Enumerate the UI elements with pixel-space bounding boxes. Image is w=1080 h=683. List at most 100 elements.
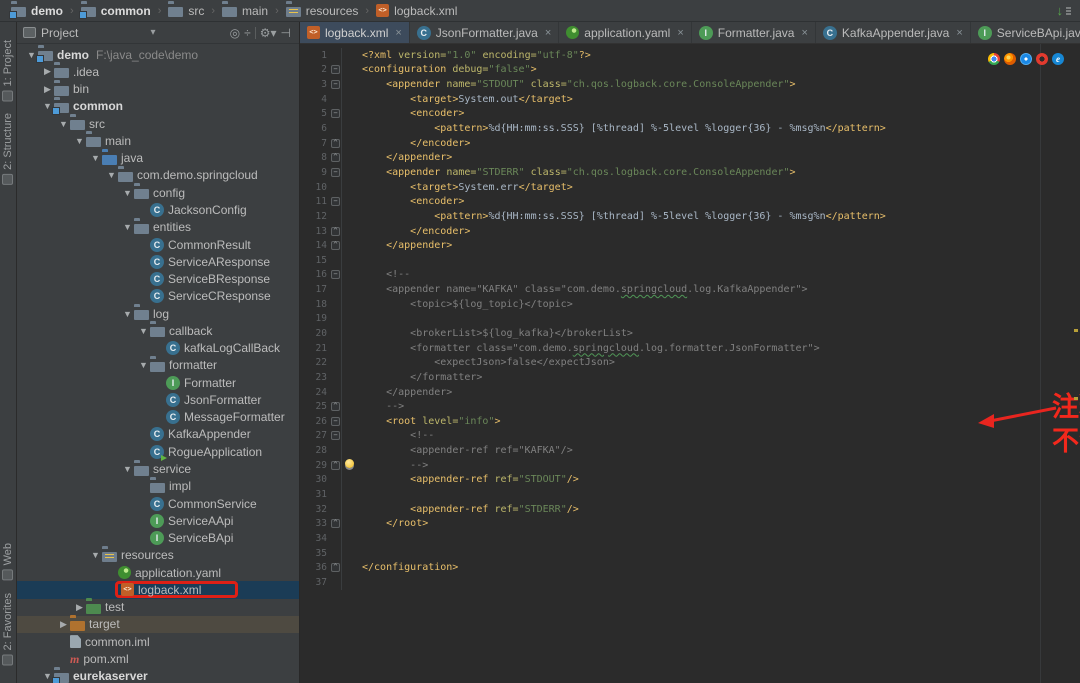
tree-item-ServiceAResponse[interactable]: CServiceAResponse xyxy=(17,253,299,270)
hide-panel-icon[interactable]: ⊣ xyxy=(279,26,293,40)
opera-browser-icon[interactable] xyxy=(1036,53,1048,65)
tree-item-JsonFormatter[interactable]: CJsonFormatter xyxy=(17,391,299,408)
tree-item-application.yaml[interactable]: application.yaml xyxy=(17,564,299,581)
code-line[interactable]: 8^ </appender> xyxy=(300,150,1072,165)
close-tab-icon[interactable]: × xyxy=(677,27,683,39)
fold-start-icon[interactable]: − xyxy=(331,431,340,440)
code-line[interactable]: 6 <pattern>%d{HH:mm:ss.SSS} [%thread] %-… xyxy=(300,121,1072,136)
code-line[interactable]: 20 <brokerList>${log_kafka}</brokerList> xyxy=(300,326,1072,341)
line-number[interactable]: 32 xyxy=(300,504,330,515)
line-number[interactable]: 5 xyxy=(300,108,330,119)
editor-error-stripe[interactable] xyxy=(1072,44,1080,683)
tab-JsonFormatter.java[interactable]: CJsonFormatter.java× xyxy=(410,22,559,43)
fold-column[interactable]: ^ xyxy=(330,224,342,239)
fold-end-icon[interactable]: ^ xyxy=(331,461,340,470)
breadcrumb-item-common[interactable]: common xyxy=(78,4,154,18)
code-line[interactable]: 33^ </root> xyxy=(300,517,1072,532)
line-number[interactable]: 16 xyxy=(300,269,330,280)
line-number[interactable]: 6 xyxy=(300,123,330,134)
close-tab-icon[interactable]: × xyxy=(801,27,807,39)
tab-Formatter.java[interactable]: IFormatter.java× xyxy=(692,22,816,43)
chevron-expanded-icon[interactable]: ▼ xyxy=(121,464,134,474)
ie-browser-icon[interactable]: e xyxy=(1052,53,1064,65)
tree-item-JacksonConfig[interactable]: CJacksonConfig xyxy=(17,201,299,218)
fold-end-icon[interactable]: ^ xyxy=(331,563,340,572)
settings-gear-icon[interactable]: ⚙▾ xyxy=(258,26,279,40)
fold-column[interactable]: − xyxy=(330,77,342,92)
tree-item-com.demo.springcloud[interactable]: ▼com.demo.springcloud xyxy=(17,167,299,184)
locate-file-icon[interactable]: ◎ xyxy=(228,26,242,40)
fold-end-icon[interactable]: ^ xyxy=(331,153,340,162)
tree-item-target[interactable]: ▶target xyxy=(17,616,299,633)
tree-item-ServiceCResponse[interactable]: CServiceCResponse xyxy=(17,288,299,305)
tree-item-service[interactable]: ▼service xyxy=(17,460,299,477)
code-line[interactable]: 16− <!-- xyxy=(300,268,1072,283)
firefox-browser-icon[interactable] xyxy=(1004,53,1016,65)
tree-item-src[interactable]: ▼src xyxy=(17,115,299,132)
line-number[interactable]: 24 xyxy=(300,387,330,398)
line-number[interactable]: 17 xyxy=(300,284,330,295)
close-tab-icon[interactable]: × xyxy=(545,27,551,39)
code-line[interactable]: 1<?xml version="1.0" encoding="utf-8"?> xyxy=(300,48,1072,63)
line-number[interactable]: 36 xyxy=(300,562,330,573)
tree-item-CommonService[interactable]: CCommonService xyxy=(17,495,299,512)
tree-item-bin[interactable]: ▶bin xyxy=(17,81,299,98)
fold-start-icon[interactable]: − xyxy=(331,80,340,89)
line-number[interactable]: 10 xyxy=(300,182,330,193)
code-line[interactable]: 36^</configuration> xyxy=(300,560,1072,575)
line-number[interactable]: 14 xyxy=(300,240,330,251)
code-line[interactable]: 4 <target>System.out</target> xyxy=(300,92,1072,107)
tool-window-button-structure[interactable]: 2: Structure xyxy=(2,113,14,185)
lightbulb-icon[interactable] xyxy=(345,459,354,468)
line-number[interactable]: 15 xyxy=(300,255,330,266)
close-tab-icon[interactable]: × xyxy=(956,27,962,39)
tab-KafkaAppender.java[interactable]: CKafkaAppender.java× xyxy=(816,22,971,43)
chevron-expanded-icon[interactable]: ▼ xyxy=(57,119,70,129)
tree-item-KafkaAppender[interactable]: CKafkaAppender xyxy=(17,426,299,443)
code-line[interactable]: 7^ </encoder> xyxy=(300,136,1072,151)
code-line[interactable]: 15 xyxy=(300,253,1072,268)
fold-end-icon[interactable]: ^ xyxy=(331,519,340,528)
fold-column[interactable]: ^ xyxy=(330,238,342,253)
tree-item-MessageFormatter[interactable]: CMessageFormatter xyxy=(17,409,299,426)
tree-item-main[interactable]: ▼main xyxy=(17,132,299,149)
fold-start-icon[interactable]: − xyxy=(331,417,340,426)
line-number[interactable]: 8 xyxy=(300,152,330,163)
code-editor[interactable]: 1<?xml version="1.0" encoding="utf-8"?>2… xyxy=(300,44,1080,683)
fold-column[interactable]: ^ xyxy=(330,458,342,473)
line-number[interactable]: 22 xyxy=(300,357,330,368)
code-line[interactable]: 3− <appender name="STDOUT" class="ch.qos… xyxy=(300,77,1072,92)
tree-item-ServiceBResponse[interactable]: CServiceBResponse xyxy=(17,270,299,287)
code-line[interactable]: 27− <!-- xyxy=(300,429,1072,444)
chevron-expanded-icon[interactable]: ▼ xyxy=(89,550,102,560)
fold-column[interactable]: − xyxy=(330,429,342,444)
chevron-expanded-icon[interactable]: ▼ xyxy=(121,222,134,232)
chevron-expanded-icon[interactable]: ▼ xyxy=(137,360,150,370)
tree-item-formatter[interactable]: ▼formatter xyxy=(17,357,299,374)
fold-column[interactable]: − xyxy=(330,268,342,283)
line-number[interactable]: 28 xyxy=(300,445,330,456)
tool-window-button-project[interactable]: 1: Project xyxy=(2,40,14,101)
code-line[interactable]: 26− <root level="info"> xyxy=(300,414,1072,429)
code-line[interactable]: 23 </formatter> xyxy=(300,370,1072,385)
tree-item-.idea[interactable]: ▶.idea xyxy=(17,63,299,80)
chevron-expanded-icon[interactable]: ▼ xyxy=(73,136,86,146)
line-number[interactable]: 26 xyxy=(300,416,330,427)
chevron-down-icon[interactable]: ▾ xyxy=(151,27,156,38)
line-number[interactable]: 21 xyxy=(300,343,330,354)
tree-item-kafkaLogCallBack[interactable]: CkafkaLogCallBack xyxy=(17,340,299,357)
code-line[interactable]: 14^ </appender> xyxy=(300,238,1072,253)
tree-item-resources[interactable]: ▼resources xyxy=(17,547,299,564)
code-line[interactable]: 22 <expectJson>false</expectJson> xyxy=(300,355,1072,370)
line-number[interactable]: 7 xyxy=(300,138,330,149)
line-number[interactable]: 35 xyxy=(300,548,330,559)
line-number[interactable]: 12 xyxy=(300,211,330,222)
fold-start-icon[interactable]: − xyxy=(331,168,340,177)
tool-window-button-favorites[interactable]: 2: Favorites xyxy=(2,593,14,665)
tree-item-demo[interactable]: ▼demoF:\java_code\demo xyxy=(17,46,299,63)
tree-item-RogueApplication[interactable]: CRogueApplication xyxy=(17,443,299,460)
code-line[interactable]: 17 <appender name="KAFKA" class="com.dem… xyxy=(300,282,1072,297)
tab-ServiceBApi.java[interactable]: IServiceBApi.java× xyxy=(971,22,1080,43)
chevron-expanded-icon[interactable]: ▼ xyxy=(89,153,102,163)
line-number[interactable]: 2 xyxy=(300,64,330,75)
